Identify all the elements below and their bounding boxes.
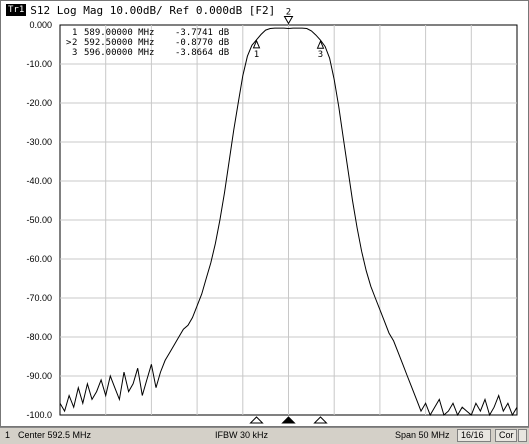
trace-header[interactable]: Tr1 S12 Log Mag 10.00dB/ Ref 0.000dB [F2…	[6, 3, 275, 17]
ifbw-value[interactable]: IFBW 30 kHz	[215, 430, 268, 440]
y-tick-label: -60.00	[26, 254, 52, 264]
status-bar: 1 Center 592.5 MHz IFBW 30 kHz Span 50 M…	[0, 427, 529, 444]
y-tick-label: -80.00	[26, 332, 52, 342]
plot-grid	[59, 24, 518, 416]
marker-label: 3	[318, 50, 323, 60]
status-edge-box	[518, 429, 527, 442]
points-indicator: 16/16	[457, 429, 491, 442]
marker-table-frequency: 589.00000 MHz	[84, 28, 154, 38]
y-tick-label: -90.00	[26, 371, 52, 381]
y-axis-ticks: 0.000 -10.00 -20.00 -30.00 -40.00 -50.00 -60.0…	[26, 20, 52, 420]
marker-label: 2	[286, 8, 291, 18]
marker-table-number: 1	[72, 28, 77, 38]
marker-table-frequency: 592.50000 MHz	[84, 38, 154, 48]
marker-table-value: -0.8770 dB	[175, 38, 229, 48]
y-tick-label: -50.00	[26, 215, 52, 225]
marker-table-value: -3.7741 dB	[175, 28, 229, 38]
marker-2[interactable]: 2	[283, 8, 294, 25]
trace-title: S12 Log Mag 10.00dB/ Ref 0.000dB [F2]	[30, 3, 276, 17]
center-frequency[interactable]: Center 592.5 MHz	[18, 430, 91, 440]
y-tick-label: -30.00	[26, 137, 52, 147]
y-tick-label: -70.00	[26, 293, 52, 303]
marker-label: 1	[254, 50, 259, 60]
y-tick-label: -20.00	[26, 98, 52, 108]
y-tick-label: 0.000	[29, 20, 52, 30]
bottom-indicator	[281, 416, 296, 424]
marker-triangle	[283, 16, 294, 25]
trace-badge[interactable]: Tr1	[6, 4, 27, 16]
bottom-marker-indicators	[249, 416, 328, 424]
marker-table-value: -3.8664 dB	[175, 48, 229, 58]
y-tick-label: -100.0	[26, 410, 52, 420]
marker-table-frequency: 596.00000 MHz	[84, 48, 154, 58]
correction-indicator[interactable]: Cor	[495, 429, 517, 442]
bottom-indicator	[313, 416, 328, 424]
channel-number[interactable]: 1	[5, 430, 10, 440]
marker-table: 1 589.00000 MHz -3.7741 dB> 2 592.50000 MHz -…	[66, 28, 229, 58]
y-tick-label: -40.00	[26, 176, 52, 186]
marker-table-number: 2	[72, 38, 77, 48]
marker-table-number: 3	[72, 48, 77, 58]
span-value[interactable]: Span 50 MHz	[395, 430, 450, 440]
trace-plot[interactable]: 0.000 -10.00 -20.00 -30.00 -40.00 -50.00 -60.0…	[0, 0, 529, 427]
vna-screen: 0.000 -10.00 -20.00 -30.00 -40.00 -50.00 -60.0…	[0, 0, 529, 444]
y-tick-label: -10.00	[26, 59, 52, 69]
bottom-indicator	[249, 416, 264, 424]
